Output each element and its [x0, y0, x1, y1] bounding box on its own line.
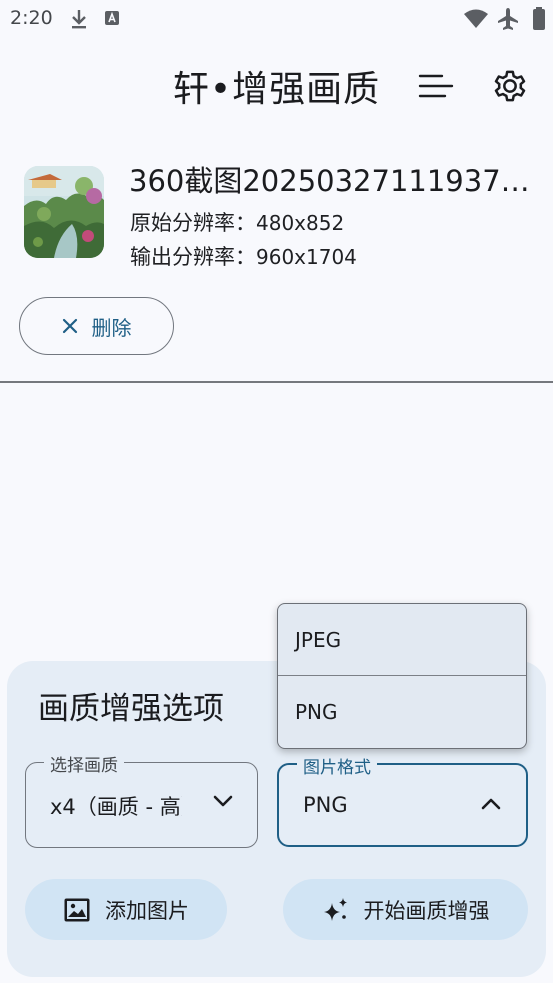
format-select[interactable]: 图片格式 PNG — [277, 753, 528, 847]
file-name: 360截图20250327111937444.jpg — [129, 164, 539, 198]
add-image-label: 添加图片 — [105, 898, 189, 923]
delete-button[interactable]: 删除 — [19, 297, 174, 355]
airplane-mode-icon — [498, 8, 518, 30]
options-title: 画质增强选项 — [38, 691, 224, 727]
output-resolution: 输出分辨率：960x1704 — [130, 241, 357, 271]
sparkle-icon — [323, 897, 347, 921]
list-icon[interactable] — [418, 72, 454, 100]
thumbnail-picture — [24, 166, 104, 258]
quality-select-value: x4（画质 - 高） — [50, 795, 182, 819]
status-bar: 2:20 — [0, 0, 553, 38]
dropdown-option-jpeg[interactable]: JPEG — [278, 604, 526, 676]
dropdown-option-png[interactable]: PNG — [278, 676, 526, 748]
delete-button-label: 删除 — [91, 315, 132, 340]
original-resolution-value: 480x852 — [256, 211, 345, 235]
chevron-up-icon — [481, 798, 501, 810]
original-resolution: 原始分辨率：480x852 — [130, 207, 344, 237]
close-icon — [62, 318, 77, 334]
format-dropdown-menu: JPEG PNG — [277, 603, 527, 749]
start-enhance-label: 开始画质增强 — [363, 898, 490, 923]
image-icon — [64, 898, 90, 921]
format-select-value: PNG — [303, 793, 348, 817]
add-image-button[interactable]: 添加图片 — [25, 879, 227, 940]
format-select-label: 图片格式 — [297, 753, 377, 778]
chevron-down-icon — [213, 795, 233, 807]
start-enhance-button[interactable]: 开始画质增强 — [283, 879, 528, 940]
battery-icon — [533, 7, 545, 30]
download-icon — [72, 10, 86, 29]
gear-icon[interactable] — [490, 66, 530, 106]
quality-select-label: 选择画质 — [44, 751, 124, 776]
image-thumbnail[interactable] — [24, 166, 104, 258]
app-title: 轩•增强画质 — [172, 69, 381, 110]
wifi-icon — [464, 9, 488, 28]
original-resolution-label: 原始分辨率： — [130, 211, 256, 235]
app-notification-icon — [105, 11, 119, 25]
divider — [0, 381, 553, 383]
quality-select[interactable]: 选择画质 x4（画质 - 高） — [25, 751, 258, 848]
status-time: 2:20 — [10, 7, 53, 29]
output-resolution-label: 输出分辨率： — [130, 245, 256, 269]
output-resolution-value: 960x1704 — [256, 245, 357, 269]
